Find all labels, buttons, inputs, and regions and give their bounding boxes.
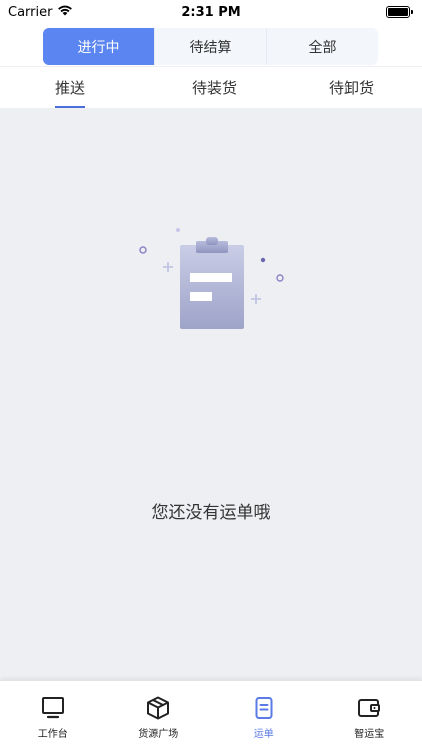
tab-workbench-label: 工作台	[37, 729, 68, 740]
subtab-push[interactable]: 推送	[0, 67, 161, 108]
battery-icon	[386, 6, 413, 18]
tab-cargo-square[interactable]: 货源广场	[106, 681, 212, 750]
wallet-icon	[356, 695, 382, 721]
document-icon	[251, 695, 277, 721]
tab-workbench[interactable]: 工作台	[0, 681, 106, 750]
segment-all[interactable]: 全部	[266, 28, 378, 65]
empty-state-message: 您还没有运单哦	[151, 503, 271, 523]
tab-smart-wallet-label: 智运宝	[354, 729, 385, 740]
status-bar: Carrier 2:31 PM	[0, 0, 422, 24]
tab-cargo-square-label: 货源广场	[138, 729, 179, 740]
app-screen: Carrier 2:31 PM 进行中 待结算 全部 推送 待装货 待卸货 您还…	[0, 0, 422, 750]
status-segmented-control: 进行中 待结算 全部	[43, 28, 378, 65]
sub-tabs: 推送 待装货 待卸货	[0, 66, 422, 108]
status-left: Carrier	[8, 4, 73, 20]
monitor-icon	[40, 695, 66, 721]
bottom-tab-bar: 工作台 货源广场 运单 智运宝	[0, 680, 422, 750]
box-icon	[145, 695, 171, 721]
empty-clipboard-icon	[130, 223, 290, 337]
tab-waybill-label: 运单	[253, 729, 274, 740]
waybill-list-area[interactable]: 您还没有运单哦	[0, 108, 422, 680]
segment-in-progress[interactable]: 进行中	[43, 28, 154, 65]
subtab-pending-unloading[interactable]: 待卸货	[268, 67, 422, 108]
tab-smart-wallet[interactable]: 智运宝	[317, 681, 422, 750]
wifi-icon	[57, 4, 73, 20]
tab-waybill[interactable]: 运单	[211, 681, 317, 750]
carrier-label: Carrier	[8, 4, 53, 20]
subtab-pending-loading[interactable]: 待装货	[161, 67, 267, 108]
segment-pending-settlement[interactable]: 待结算	[154, 28, 266, 65]
